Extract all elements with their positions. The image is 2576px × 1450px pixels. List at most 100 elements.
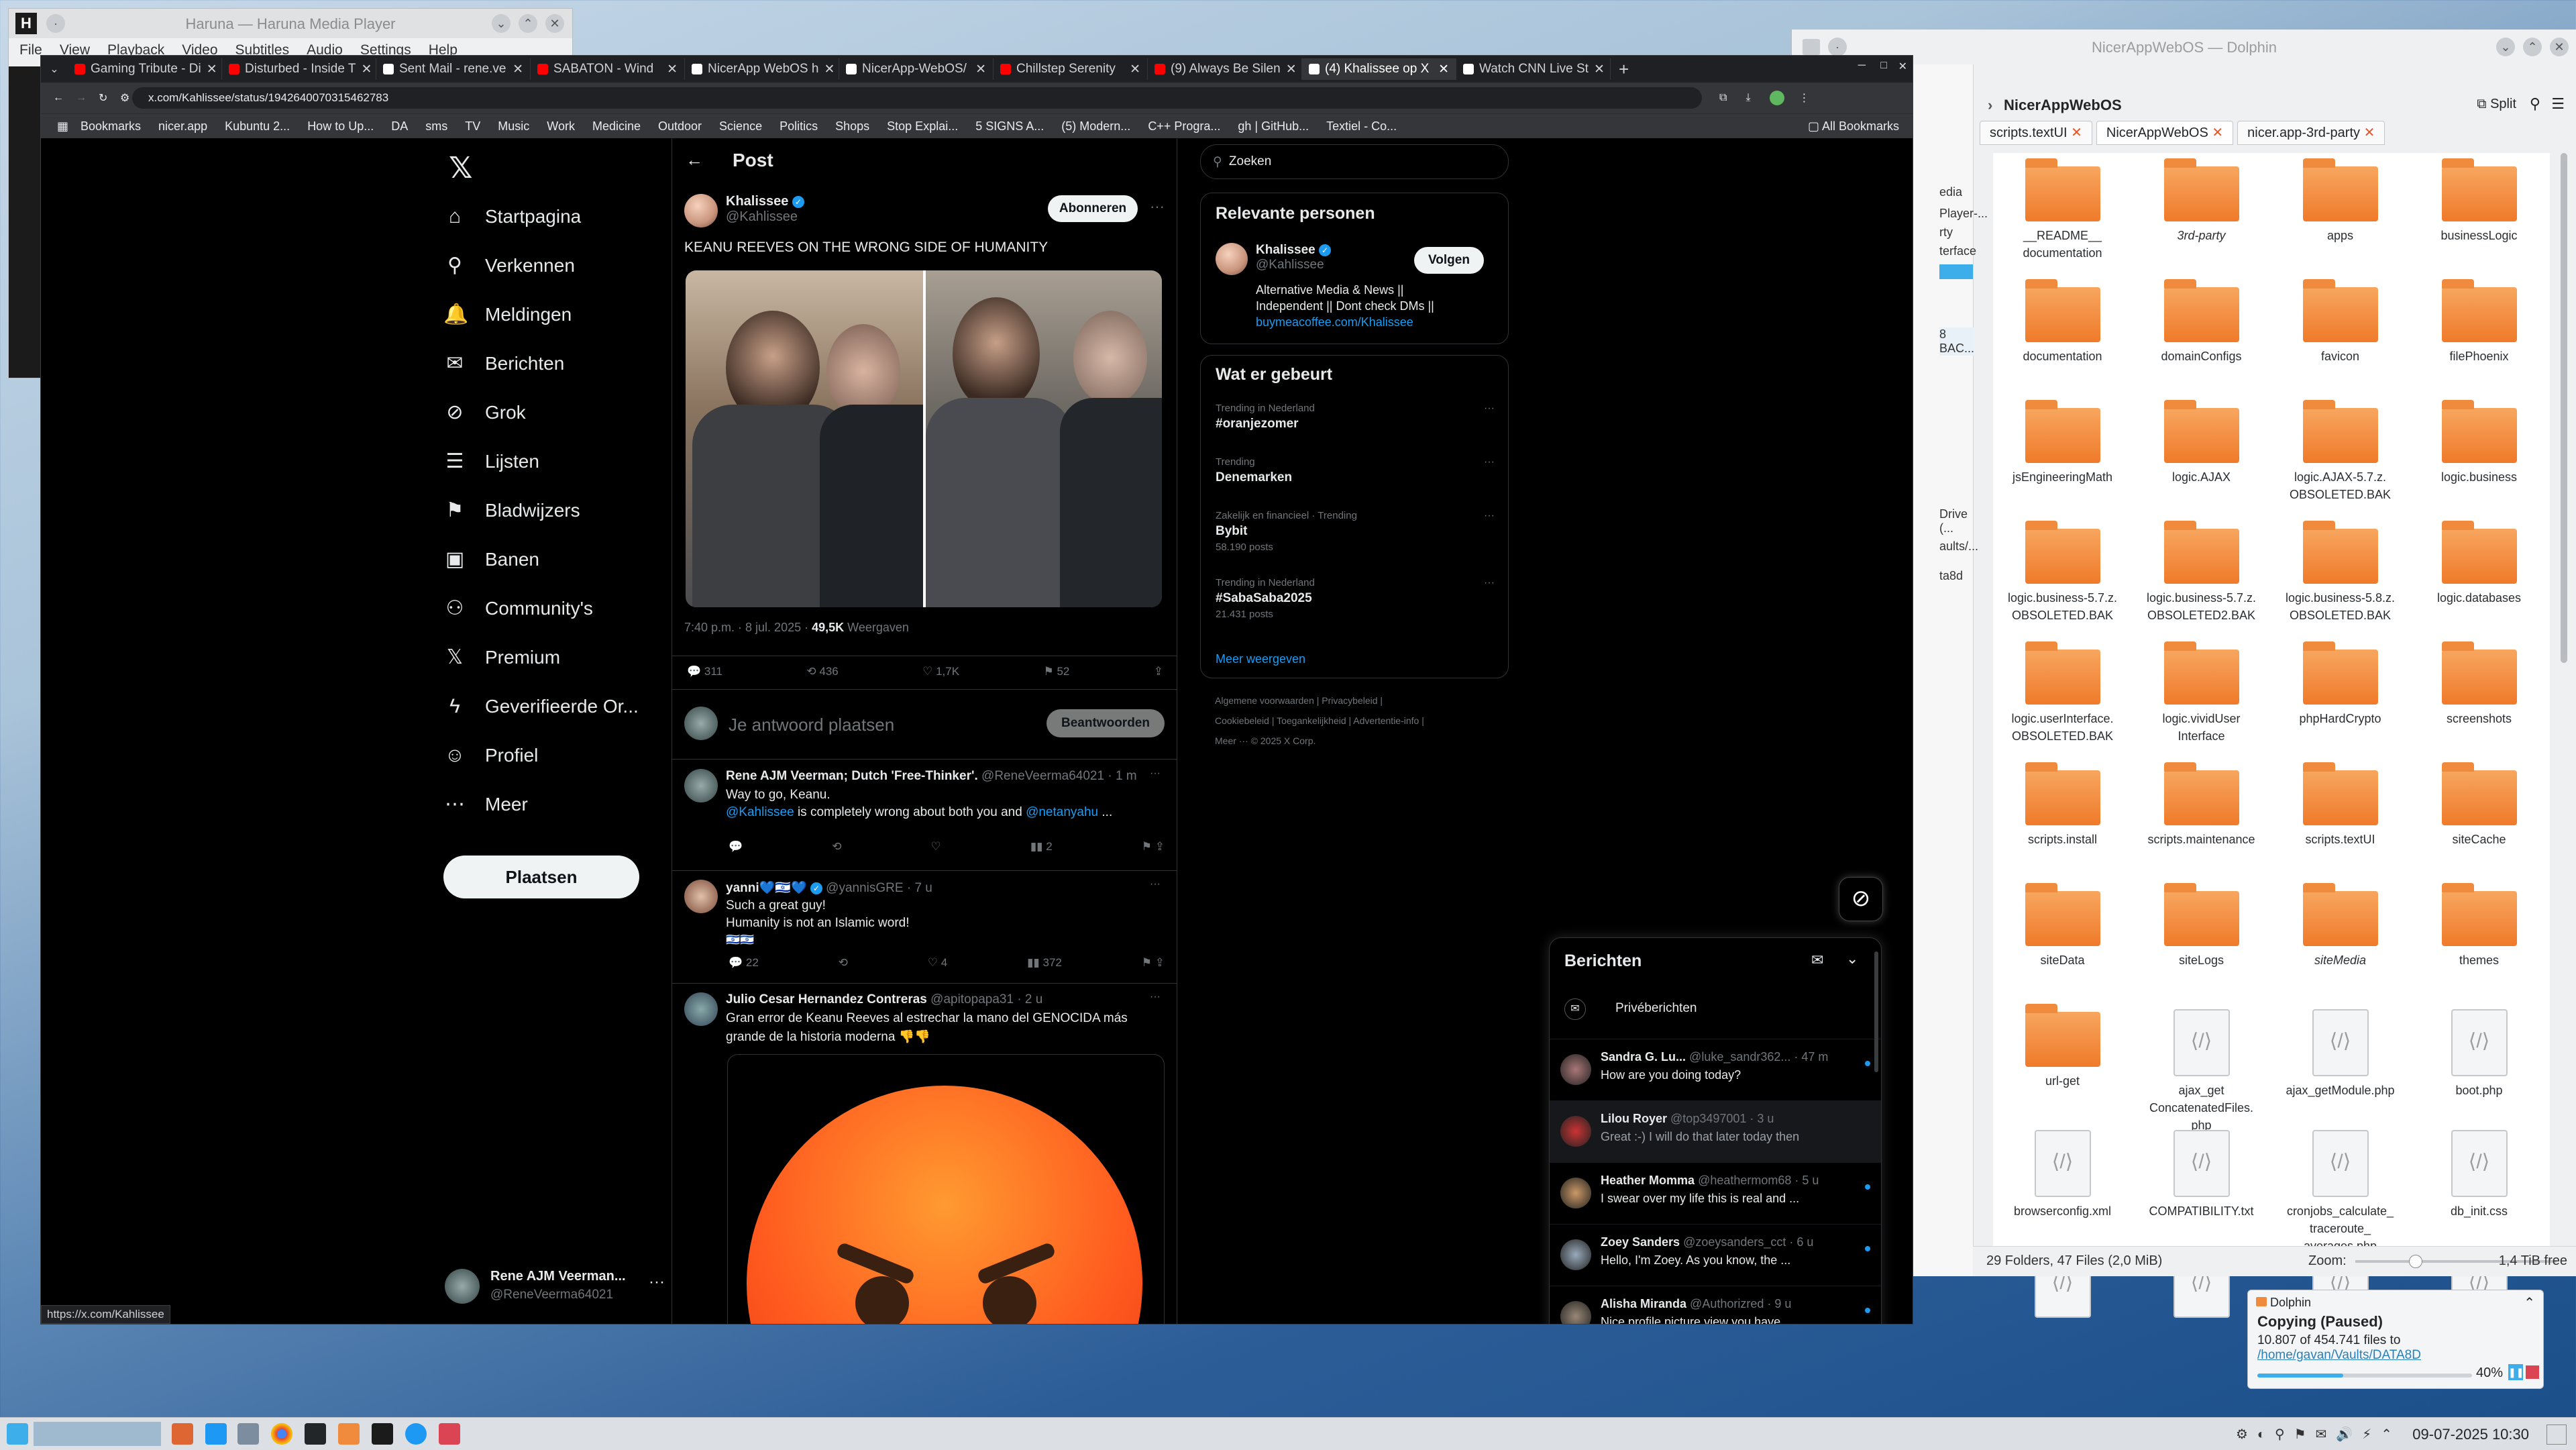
nav-grok[interactable]: ⊘ Grok bbox=[443, 388, 665, 437]
dolphin-tab[interactable]: nicer.app-3rd-party ✕ bbox=[2237, 121, 2385, 145]
follow-button[interactable]: Volgen bbox=[1414, 247, 1484, 274]
share-icon[interactable]: ⇪ bbox=[1154, 665, 1163, 678]
footer-line-3[interactable]: Meer ··· © 2025 X Corp. bbox=[1215, 731, 1509, 751]
places-item[interactable]: Player-... bbox=[1939, 207, 1988, 221]
trend-more-icon[interactable]: ··· bbox=[1484, 403, 1495, 415]
zoom-slider-handle[interactable] bbox=[2409, 1255, 2422, 1268]
nav-more-circle[interactable]: ⋯ Meer bbox=[443, 780, 665, 829]
folder-item[interactable]: logic.AJAX bbox=[2132, 395, 2271, 515]
reply-action[interactable]: 💬 311 bbox=[687, 665, 722, 678]
pen-tool-icon[interactable] bbox=[172, 1423, 193, 1445]
collapse-icon[interactable]: ⌃ bbox=[2524, 1294, 2535, 1311]
browser-tab[interactable]: NicerApp-WebOS/ ✕ bbox=[839, 58, 994, 80]
reply-more-icon[interactable]: ··· bbox=[1150, 768, 1161, 780]
minimize-button[interactable]: ⌄ bbox=[2496, 38, 2515, 56]
trend-more-icon[interactable]: ··· bbox=[1484, 510, 1495, 522]
person-bio-link[interactable]: buymeacoffee.com/Khalissee bbox=[1256, 315, 1413, 329]
reply-more-icon[interactable]: ··· bbox=[1150, 878, 1161, 890]
folder-item[interactable]: documentation bbox=[1993, 274, 2132, 395]
close-button[interactable]: ✕ bbox=[2550, 38, 2569, 56]
places-item[interactable]: terface bbox=[1939, 244, 1976, 258]
views-action[interactable]: ▮▮ 2 bbox=[1030, 840, 1053, 853]
tab-close-icon[interactable]: ✕ bbox=[207, 62, 217, 77]
minimize-button[interactable]: ⌄ bbox=[492, 14, 511, 33]
trend-item[interactable]: Trending in Nederland #oranjezomer ··· bbox=[1216, 403, 1495, 431]
repost-action[interactable]: ⟲ bbox=[839, 956, 848, 970]
reload-icon[interactable]: ↻ bbox=[99, 91, 107, 105]
trend-item[interactable]: Trending in Nederland #SabaSaba2025 21.431… bbox=[1216, 577, 1495, 620]
haruna-icon[interactable] bbox=[372, 1423, 393, 1445]
clock[interactable]: 09-07-2025 10:30 bbox=[2412, 1426, 2529, 1443]
reply-item[interactable]: Julio Cesar Hernandez Contreras @apitopa… bbox=[672, 983, 1177, 1324]
folder-item[interactable]: __README__ documentation bbox=[1993, 153, 2132, 274]
nav-list[interactable]: ☰ Lijsten bbox=[443, 437, 665, 486]
tab-close-icon[interactable]: ✕ bbox=[2068, 125, 2082, 140]
destination-link[interactable]: /home/gavan/Vaults/DATA8D bbox=[2257, 1348, 2421, 1362]
trend-more-icon[interactable]: ··· bbox=[1484, 577, 1495, 589]
profile-avatar[interactable] bbox=[1769, 91, 1784, 105]
nav-x-logo[interactable]: 𝕏 Premium bbox=[443, 633, 665, 682]
footer-line-2[interactable]: Cookiebeleid | Toegankelijkheid | Advert… bbox=[1215, 711, 1509, 731]
split-button[interactable]: ⧉ Split bbox=[2477, 97, 2516, 112]
folder-item[interactable]: screenshots bbox=[2410, 636, 2548, 757]
folder-item[interactable]: logic.userInterface. OBSOLETED.BAK bbox=[1993, 636, 2132, 757]
browser-window[interactable]: ⌄ Gaming Tribute - Di ✕ Disturbed - Inside… bbox=[40, 55, 1913, 1325]
folder-icon[interactable] bbox=[338, 1423, 360, 1445]
tab-close-icon[interactable]: ✕ bbox=[1594, 62, 1605, 77]
views-action[interactable]: ▮▮ 372 bbox=[1027, 956, 1062, 970]
discover-icon[interactable] bbox=[405, 1423, 427, 1445]
folder-item[interactable]: phpHardCrypto bbox=[2271, 636, 2410, 757]
post-button[interactable]: Plaatsen bbox=[443, 856, 639, 898]
nav-person[interactable]: ☺ Profiel bbox=[443, 731, 665, 780]
footer-line-1[interactable]: Algemene voorwaarden | Privacybeleid | bbox=[1215, 690, 1509, 711]
bookmark-item[interactable]: Politics bbox=[780, 119, 818, 134]
all-bookmarks[interactable]: ▢ All Bookmarks bbox=[1808, 119, 1899, 134]
file-item[interactable]: ⟨/⟩ browserconfig.xml bbox=[1993, 1119, 2132, 1240]
post-image[interactable] bbox=[686, 270, 1162, 607]
folder-item[interactable]: siteData bbox=[1993, 878, 2132, 998]
screen-icon[interactable] bbox=[205, 1423, 227, 1445]
pause-button[interactable]: ❚❚ bbox=[2508, 1364, 2524, 1380]
post-time[interactable]: 7:40 p.m. · 8 jul. 2025 · bbox=[684, 621, 812, 634]
bookmark-item[interactable]: Kubuntu 2... bbox=[225, 119, 290, 134]
app-launcher-icon[interactable] bbox=[7, 1423, 28, 1445]
repost-action[interactable]: ⟲ bbox=[832, 840, 841, 853]
folder-item[interactable]: apps bbox=[2271, 153, 2410, 274]
folder-item[interactable]: businessLogic bbox=[2410, 153, 2548, 274]
places-item[interactable]: edia bbox=[1939, 185, 1962, 199]
chrome-icon[interactable] bbox=[271, 1423, 292, 1445]
places-item[interactable]: rty bbox=[1939, 225, 1953, 240]
bookmark-item[interactable]: C++ Progra... bbox=[1148, 119, 1220, 134]
nav-search[interactable]: ⚲ Verkennen bbox=[443, 241, 665, 290]
browser-tab[interactable]: SABATON - Wind ✕ bbox=[531, 58, 685, 80]
folder-item[interactable]: themes bbox=[2410, 878, 2548, 998]
search-box[interactable]: ⚲ Zoeken bbox=[1200, 144, 1509, 179]
folder-item[interactable]: siteMedia bbox=[2271, 878, 2410, 998]
browser-tab[interactable]: Watch CNN Live St ✕ bbox=[1456, 58, 1611, 80]
tab-close-icon[interactable]: ✕ bbox=[1286, 62, 1297, 77]
folder-item[interactable]: scripts.maintenance bbox=[2132, 757, 2271, 878]
maximize-button[interactable]: ⌃ bbox=[519, 14, 537, 33]
bookmark-item[interactable]: 5 SIGNS A... bbox=[975, 119, 1044, 134]
message-thread[interactable]: Zoey Sanders @zoeysanders_cct · 6 u Hello… bbox=[1550, 1224, 1881, 1286]
file-grid[interactable]: __README__ documentation 3rd-party apps bus… bbox=[1993, 153, 2550, 1318]
private-messages-row[interactable]: ✉ Privéberichten bbox=[1550, 985, 1881, 1035]
reply-action[interactable]: 💬 bbox=[729, 840, 743, 853]
tab-close-icon[interactable]: ✕ bbox=[361, 62, 372, 77]
url-field[interactable]: x.com/Kahlissee/status/19426400703154627… bbox=[132, 87, 1702, 109]
tab-close-icon[interactable]: ✕ bbox=[975, 62, 986, 77]
browser-tab[interactable]: (4) Khalissee op X ✕ bbox=[1302, 58, 1456, 80]
files-icon[interactable] bbox=[237, 1423, 259, 1445]
messages-title[interactable]: Berichten bbox=[1564, 951, 1642, 971]
browser-menu-icon[interactable]: ⋮ bbox=[1799, 91, 1810, 105]
message-thread[interactable]: Alisha Miranda @Authorizred · 9 u Nice pr… bbox=[1550, 1286, 1881, 1324]
bookmark-item[interactable]: Medicine bbox=[592, 119, 641, 134]
back-icon[interactable]: ← bbox=[53, 92, 64, 104]
dolphin-tab[interactable]: scripts.textUI ✕ bbox=[1980, 121, 2092, 145]
post-more-icon[interactable]: ··· bbox=[1150, 198, 1165, 215]
bookmark-item[interactable]: Bookmarks bbox=[80, 119, 141, 134]
browser-tab[interactable]: Gaming Tribute - Di ✕ bbox=[68, 58, 222, 80]
selected-place[interactable] bbox=[1939, 264, 1973, 279]
file-item[interactable]: ⟨/⟩cronjobs_calculate_ traceroute_ avera… bbox=[2271, 1119, 2410, 1253]
reply-item[interactable]: Rene AJM Veerman; Dutch 'Free-Thinker'. … bbox=[672, 760, 1177, 871]
